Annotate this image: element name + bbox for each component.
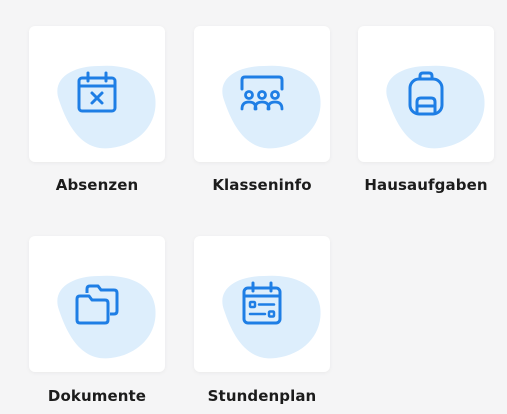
tile-card xyxy=(29,26,165,162)
backpack-icon xyxy=(408,71,444,116)
calendar-timetable-icon xyxy=(242,281,282,325)
tile-card xyxy=(29,236,165,372)
tile-label: Absenzen xyxy=(55,176,139,194)
tile-label: Hausaufgaben xyxy=(364,176,488,194)
tile-label: Klasseninfo xyxy=(212,176,312,194)
calendar-x-icon xyxy=(77,71,117,113)
tile-card xyxy=(194,26,330,162)
dashboard-grid: Absenzen Klasseninfo Hausaufgaben Dokume… xyxy=(0,0,507,414)
class-group-icon xyxy=(240,75,284,111)
tile-label: Dokumente xyxy=(47,387,147,405)
tile-card xyxy=(194,236,330,372)
folders-icon xyxy=(75,284,119,325)
tile-label: Stundenplan xyxy=(207,387,317,405)
tile-card xyxy=(358,26,494,162)
